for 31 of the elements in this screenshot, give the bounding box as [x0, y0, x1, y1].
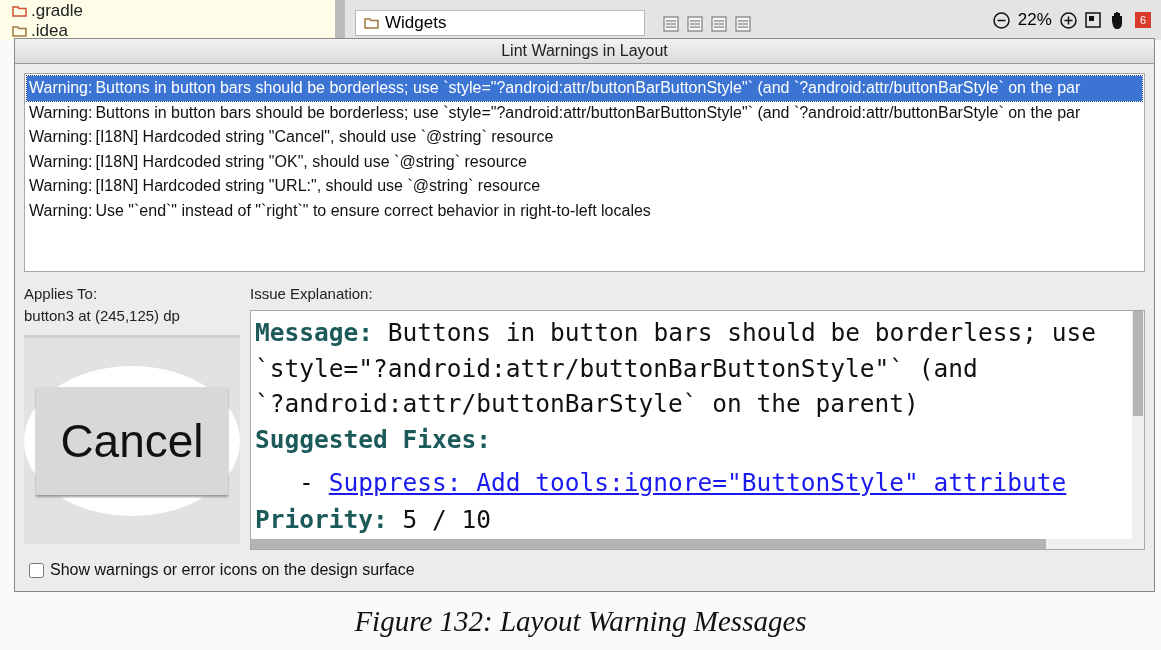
- warning-row[interactable]: Warning: [I18N] Hardcoded string "OK", should use `@string` resource: [27, 149, 1142, 174]
- zoom-in-icon[interactable]: [1059, 11, 1077, 29]
- message-text: Message: Buttons in button bars should be borderless; use `style="?android:attr/buttonBarButtonStyle"` (and `?android:attr/buttonBarStyle` on the parent): [255, 317, 1097, 420]
- breadcrumb-field[interactable]: Widgets: [355, 10, 645, 36]
- warning-row[interactable]: Warning: Buttons in button bars should be borderless; use `style="?android:attr/buttonBarButtonStyle"` (and `?android:attr/buttonBarStyle` on the par: [27, 100, 1142, 125]
- warning-row[interactable]: Warning: Use "`end`" instead of "`right`" to ensure correct behavior in right-to-left locales: [27, 198, 1142, 223]
- explanation-label: Issue Explanation:: [250, 284, 374, 304]
- list-icon[interactable]: [663, 16, 679, 32]
- warning-row[interactable]: Warning: [I18N] Hardcoded string "URL:", should use `@string` resource: [27, 174, 1142, 199]
- warning-row[interactable]: Warning: Buttons in button bars should be borderless; use `style="?android:attr/buttonBarButtonStyle"` (and `?android:attr/buttonBarStyle` on the par: [27, 76, 1142, 101]
- checkbox-label[interactable]: Show warnings or error icons on the design surface: [50, 561, 415, 579]
- notification-badge[interactable]: 6: [1134, 12, 1151, 28]
- applies-to-value: button3 at (245,125) dp: [24, 306, 181, 326]
- applies-to-label: Applies To:: [24, 284, 99, 304]
- folder-icon: [364, 17, 379, 29]
- suppress-link[interactable]: Suppress: Add tools:ignore="ButtonStyle" attribute: [328, 465, 1067, 501]
- project-item[interactable]: .idea: [31, 22, 68, 40]
- fit-screen-icon[interactable]: [1084, 12, 1101, 28]
- zoom-level: 22%: [1017, 10, 1052, 30]
- project-item[interactable]: .gradle: [31, 2, 83, 20]
- fixes-heading: Suggested Fixes:: [255, 423, 492, 456]
- figure-caption: Figure 132: Layout Warning Messages: [354, 604, 807, 638]
- warning-row[interactable]: Warning: [I18N] Hardcoded string "Cancel", should use `@string` resource: [27, 125, 1142, 150]
- checkbox[interactable]: [29, 562, 44, 578]
- bullet-dash: -: [299, 467, 314, 499]
- priority-text: Priority: 5 / 10: [255, 506, 493, 533]
- folder-icon: [12, 25, 27, 37]
- button-preview: Cancel: [36, 387, 228, 495]
- folder-icon: [12, 5, 27, 17]
- zoom-out-icon[interactable]: [992, 11, 1010, 29]
- dialog-title: Lint Warnings in Layout: [15, 39, 1154, 64]
